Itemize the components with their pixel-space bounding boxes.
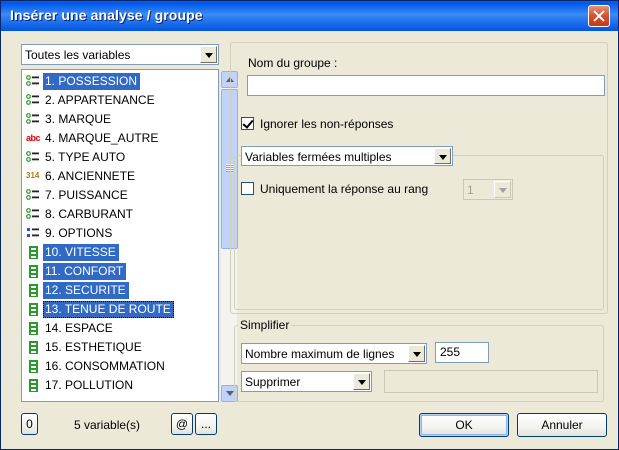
scale-variable-icon <box>26 322 40 335</box>
variable-label: 14. ESPACE <box>45 321 113 335</box>
chevron-down-icon[interactable] <box>353 373 370 390</box>
variable-label: 13. TENUE DE ROUTE <box>43 301 174 318</box>
dialog-window: Insérer une analyse / groupe Toutes les … <box>0 0 619 450</box>
scale-variable-icon <box>26 341 40 354</box>
variable-list-item[interactable]: 3. MARQUE <box>24 110 204 129</box>
cancel-button[interactable]: Annuler <box>517 413 607 437</box>
closed-question-icon <box>26 151 40 163</box>
group-name-label: Nom du groupe : <box>248 56 338 70</box>
closed-question-icon <box>26 189 40 201</box>
multiple-question-icon <box>26 227 40 239</box>
ok-button-label: OK <box>455 418 473 432</box>
variable-list-item[interactable]: 17. POLLUTION <box>24 376 204 395</box>
scale-variable-icon <box>26 303 40 316</box>
chevron-down-icon <box>494 181 511 198</box>
zero-button[interactable]: 0 <box>21 413 38 435</box>
at-button-label: @ <box>175 417 189 431</box>
variable-filter-dropdown[interactable]: Toutes les variables <box>21 44 219 65</box>
close-button[interactable] <box>588 5 610 27</box>
rank-only-label: Uniquement la réponse au rang <box>260 182 429 196</box>
zero-button-label: 0 <box>26 417 33 431</box>
closed-question-icon <box>26 113 40 125</box>
ignore-nonresponses-checkbox[interactable] <box>241 117 254 130</box>
variable-label: 10. VITESSE <box>43 244 119 261</box>
variable-list-item[interactable]: 15. ESTHETIQUE <box>24 338 204 357</box>
text-variable-icon: abc <box>26 133 41 143</box>
variable-label: 17. POLLUTION <box>45 378 134 392</box>
variable-label: 16. CONSOMMATION <box>45 359 165 373</box>
title-bar[interactable]: Insérer une analyse / groupe <box>1 1 618 31</box>
variable-label: 3. MARQUE <box>45 112 112 126</box>
variable-type-dropdown[interactable]: Variables fermées multiples <box>241 146 453 166</box>
variable-list-item[interactable]: 2. APPARTENANCE <box>24 91 204 110</box>
variable-list-item[interactable]: 1. POSSESSION <box>24 72 204 91</box>
window-title: Insérer une analyse / groupe <box>10 7 203 23</box>
at-button[interactable]: @ <box>171 413 193 435</box>
variable-label: 8. CARBURANT <box>45 207 134 221</box>
selection-count: 5 variable(s) <box>74 418 141 432</box>
variable-label: 7. PUISSANCE <box>45 188 128 202</box>
group-name-input[interactable] <box>247 75 605 96</box>
variable-label: 11. CONFORT <box>43 263 127 280</box>
variable-list-item[interactable]: 5. TYPE AUTO <box>24 148 204 167</box>
scale-variable-icon <box>26 246 40 259</box>
variable-label: 4. MARQUE_AUTRE <box>45 131 159 145</box>
variable-list-item[interactable]: 9. OPTIONS <box>24 224 204 243</box>
simplify-action-value: Supprimer <box>245 375 301 389</box>
max-lines-input[interactable]: 255 <box>435 342 489 363</box>
ok-button[interactable]: OK <box>419 413 509 437</box>
variable-list[interactable]: 1. POSSESSION 2. APPARTENANCE 3. MARQUE abc… <box>21 69 238 402</box>
rank-only-checkbox[interactable] <box>241 182 254 195</box>
numeric-variable-icon: 314 <box>26 171 40 180</box>
more-button-label: ... <box>200 417 211 431</box>
cancel-button-label: Annuler <box>541 418 583 432</box>
variable-list-item[interactable]: 11. CONFORT <box>24 262 204 281</box>
simplify-mode-value: Nombre maximum de lignes <box>245 347 395 361</box>
variable-type-group <box>234 155 604 310</box>
variable-label: 5. TYPE AUTO <box>45 150 126 164</box>
scale-variable-icon <box>26 265 40 278</box>
variable-list-item[interactable]: abc 4. MARQUE_AUTRE <box>24 129 204 148</box>
variable-filter-value: Toutes les variables <box>25 48 131 62</box>
simplify-title: Simplifier <box>238 318 292 332</box>
max-lines-value: 255 <box>440 345 461 359</box>
variable-list-item[interactable]: 8. CARBURANT <box>24 205 204 224</box>
variable-list-item[interactable]: 16. CONSOMMATION <box>24 357 204 376</box>
variable-label: 1. POSSESSION <box>43 73 141 90</box>
rank-dropdown: 1 <box>463 179 513 200</box>
variable-list-item[interactable]: 314 6. ANCIENNETE <box>24 167 204 186</box>
variable-list-item[interactable]: 14. ESPACE <box>24 319 204 338</box>
chevron-down-icon[interactable] <box>434 148 451 164</box>
simplify-action-dropdown[interactable]: Supprimer <box>241 371 372 392</box>
variable-list-item[interactable]: 7. PUISSANCE <box>24 186 204 205</box>
variable-label: 2. APPARTENANCE <box>45 93 155 107</box>
rank-value: 1 <box>467 183 474 197</box>
simplify-action-input <box>384 370 598 393</box>
variable-list-item[interactable]: 10. VITESSE <box>24 243 204 262</box>
simplify-mode-dropdown[interactable]: Nombre maximum de lignes <box>241 343 427 364</box>
chevron-down-icon[interactable] <box>200 46 217 63</box>
variable-label: 15. ESTHETIQUE <box>45 340 142 354</box>
closed-question-icon <box>26 94 40 106</box>
variable-list-item[interactable]: 12. SECURITE <box>24 281 204 300</box>
more-button[interactable]: ... <box>195 413 217 435</box>
variable-label: 12. SECURITE <box>43 282 129 299</box>
scale-variable-icon <box>26 379 40 392</box>
scale-variable-icon <box>26 360 40 373</box>
variable-label: 9. OPTIONS <box>45 226 113 240</box>
variable-label: 6. ANCIENNETE <box>45 169 136 183</box>
chevron-down-icon[interactable] <box>408 345 425 362</box>
scale-variable-icon <box>26 284 40 297</box>
closed-question-icon <box>26 75 40 87</box>
variable-list-item[interactable]: 13. TENUE DE ROUTE <box>24 300 204 319</box>
ignore-nonresponses-label: Ignorer les non-réponses <box>260 117 394 131</box>
closed-question-icon <box>26 208 40 220</box>
variable-type-value: Variables fermées multiples <box>245 150 392 164</box>
